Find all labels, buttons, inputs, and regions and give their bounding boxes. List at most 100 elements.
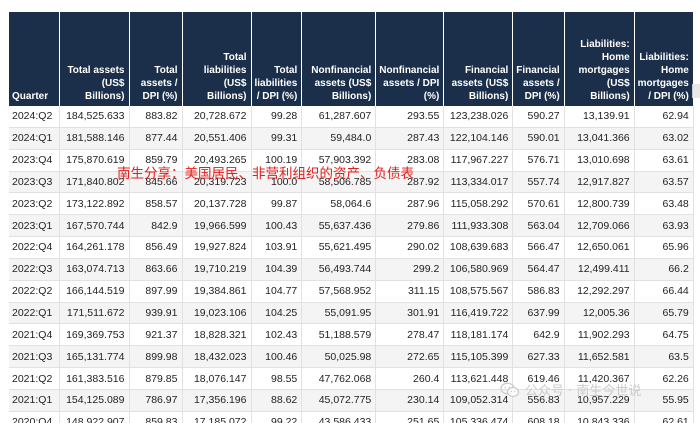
table-cell: 637.99 bbox=[512, 302, 565, 325]
table-cell: 11,652.581 bbox=[564, 345, 635, 369]
column-header: Liabilities: Home mortgages / DPI (%) bbox=[634, 12, 694, 106]
table-cell: 165,131.774 bbox=[59, 345, 130, 369]
quarter-cell: 2024:Q2 bbox=[9, 106, 60, 128]
column-header: Nonfinancial assets (US$ Billions) bbox=[301, 12, 377, 106]
quarter-cell: 2021:Q2 bbox=[9, 367, 60, 390]
table-cell: 17,356.196 bbox=[182, 389, 252, 412]
table-cell: 148,922.907 bbox=[59, 411, 130, 423]
table-cell: 290.02 bbox=[375, 236, 445, 259]
table-cell: 311.15 bbox=[375, 280, 445, 303]
table-row: 2024:Q1 181,588.146 877.44 20,551.406 99.31 5… bbox=[9, 127, 694, 150]
table-cell: 20,137.728 bbox=[182, 192, 252, 216]
watermark-text: 公众号 · 南生今世说 bbox=[525, 384, 642, 399]
table-cell: 642.9 bbox=[512, 323, 565, 347]
table-cell: 43,586.433 bbox=[301, 411, 377, 423]
table-cell: 879.85 bbox=[129, 367, 183, 390]
table-cell: 260.4 bbox=[375, 367, 445, 390]
table-cell: 102.43 bbox=[251, 323, 303, 347]
table-cell: 113,334.017 bbox=[443, 171, 514, 194]
household-balance-sheet-table: Quarter Total assets (US$ Billions) Total … bbox=[9, 12, 694, 423]
table-cell: 99.31 bbox=[251, 127, 303, 150]
table-cell: 100.46 bbox=[251, 345, 303, 369]
column-header: Total liabilities / DPI (%) bbox=[251, 12, 303, 106]
table-cell: 45,072.775 bbox=[301, 389, 377, 412]
table-cell: 18,828.321 bbox=[182, 323, 252, 347]
table-cell: 287.96 bbox=[375, 192, 445, 216]
table-row: 2024:Q2 184,525.633 883.82 20,728.672 99.28 6… bbox=[9, 106, 694, 128]
table-cell: 863.66 bbox=[129, 258, 183, 281]
table-cell: 279.86 bbox=[375, 214, 445, 238]
table-cell: 123,238.026 bbox=[443, 106, 514, 128]
quarter-cell: 2024:Q1 bbox=[9, 127, 60, 150]
table-cell: 11,902.293 bbox=[564, 323, 635, 347]
table-cell: 65.96 bbox=[634, 236, 694, 259]
column-header: Quarter bbox=[9, 12, 60, 106]
table-cell: 55,091.95 bbox=[301, 302, 377, 325]
quarter-cell: 2023:Q3 bbox=[9, 171, 60, 194]
column-header: Total assets / DPI (%) bbox=[129, 12, 183, 106]
table-cell: 293.55 bbox=[375, 106, 445, 128]
table-cell: 18,076.147 bbox=[182, 367, 252, 390]
table-cell: 858.57 bbox=[129, 192, 183, 216]
table-cell: 106,580.969 bbox=[443, 258, 514, 281]
table-cell: 58,064.6 bbox=[301, 192, 377, 216]
table-cell: 62.61 bbox=[634, 411, 694, 423]
table-cell: 105,336.474 bbox=[443, 411, 514, 423]
table-cell: 55.95 bbox=[634, 389, 694, 412]
table-cell: 20,728.672 bbox=[182, 106, 252, 128]
table-cell: 169,369.753 bbox=[59, 323, 130, 347]
table-cell: 590.27 bbox=[512, 106, 565, 128]
table-cell: 63.48 bbox=[634, 192, 694, 216]
table-cell: 167,570.744 bbox=[59, 214, 130, 238]
table-cell: 99.22 bbox=[251, 411, 303, 423]
table-cell: 118,181.174 bbox=[443, 323, 514, 347]
table-cell: 19,966.599 bbox=[182, 214, 252, 238]
table-cell: 786.97 bbox=[129, 389, 183, 412]
quarter-cell: 2022:Q1 bbox=[9, 302, 60, 325]
table-cell: 12,709.066 bbox=[564, 214, 635, 238]
table-cell: 56,493.744 bbox=[301, 258, 377, 281]
table-cell: 299.2 bbox=[375, 258, 445, 281]
column-header: Nonfinancial assets / DPI (%) bbox=[375, 12, 445, 106]
quarter-cell: 2021:Q1 bbox=[9, 389, 60, 412]
table-cell: 111,933.308 bbox=[443, 214, 514, 238]
table-cell: 608.18 bbox=[512, 411, 565, 423]
quarter-cell: 2022:Q4 bbox=[9, 236, 60, 259]
table-cell: 55,637.436 bbox=[301, 214, 377, 238]
table-cell: 12,005.36 bbox=[564, 302, 635, 325]
table-cell: 50,025.98 bbox=[301, 345, 377, 369]
table-cell: 163,074.713 bbox=[59, 258, 130, 281]
table-cell: 98.55 bbox=[251, 367, 303, 390]
table-cell: 171,511.672 bbox=[59, 302, 130, 325]
table-cell: 59,484.0 bbox=[301, 127, 377, 150]
table-cell: 586.83 bbox=[512, 280, 565, 303]
table-cell: 856.49 bbox=[129, 236, 183, 259]
table-cell: 877.44 bbox=[129, 127, 183, 150]
table-cell: 10,843.336 bbox=[564, 411, 635, 423]
table-cell: 12,292.297 bbox=[564, 280, 635, 303]
table-cell: 570.61 bbox=[512, 192, 565, 216]
table-cell: 842.9 bbox=[129, 214, 183, 238]
table-row: 2022:Q2 166,144.519 897.99 19,384.861 104.77… bbox=[9, 280, 694, 303]
table-cell: 63.02 bbox=[634, 127, 694, 150]
table-cell: 897.99 bbox=[129, 280, 183, 303]
table-row: 2023:Q2 173,122.892 858.57 20,137.728 99.87 5… bbox=[9, 192, 694, 216]
table-cell: 63.93 bbox=[634, 214, 694, 238]
table-cell: 104.25 bbox=[251, 302, 303, 325]
table-cell: 65.79 bbox=[634, 302, 694, 325]
wechat-icon bbox=[500, 382, 520, 398]
watermark: 公众号 · 南生今世说 bbox=[500, 380, 641, 399]
quarter-cell: 2023:Q4 bbox=[9, 149, 60, 172]
table-cell: 17,185.072 bbox=[182, 411, 252, 423]
table-cell: 13,010.698 bbox=[564, 149, 635, 172]
table-cell: 939.91 bbox=[129, 302, 183, 325]
table-cell: 12,800.739 bbox=[564, 192, 635, 216]
table-cell: 51,188.579 bbox=[301, 323, 377, 347]
quarter-cell: 2022:Q2 bbox=[9, 280, 60, 303]
overlay-caption: 南生分享：美国居民、非营利组织的资产、负债表 bbox=[117, 166, 414, 182]
table-cell: 122,104.146 bbox=[443, 127, 514, 150]
table-cell: 19,023.106 bbox=[182, 302, 252, 325]
table-cell: 62.26 bbox=[634, 367, 694, 390]
scrollbar-edge[interactable] bbox=[692, 84, 700, 98]
table-cell: 166,144.519 bbox=[59, 280, 130, 303]
